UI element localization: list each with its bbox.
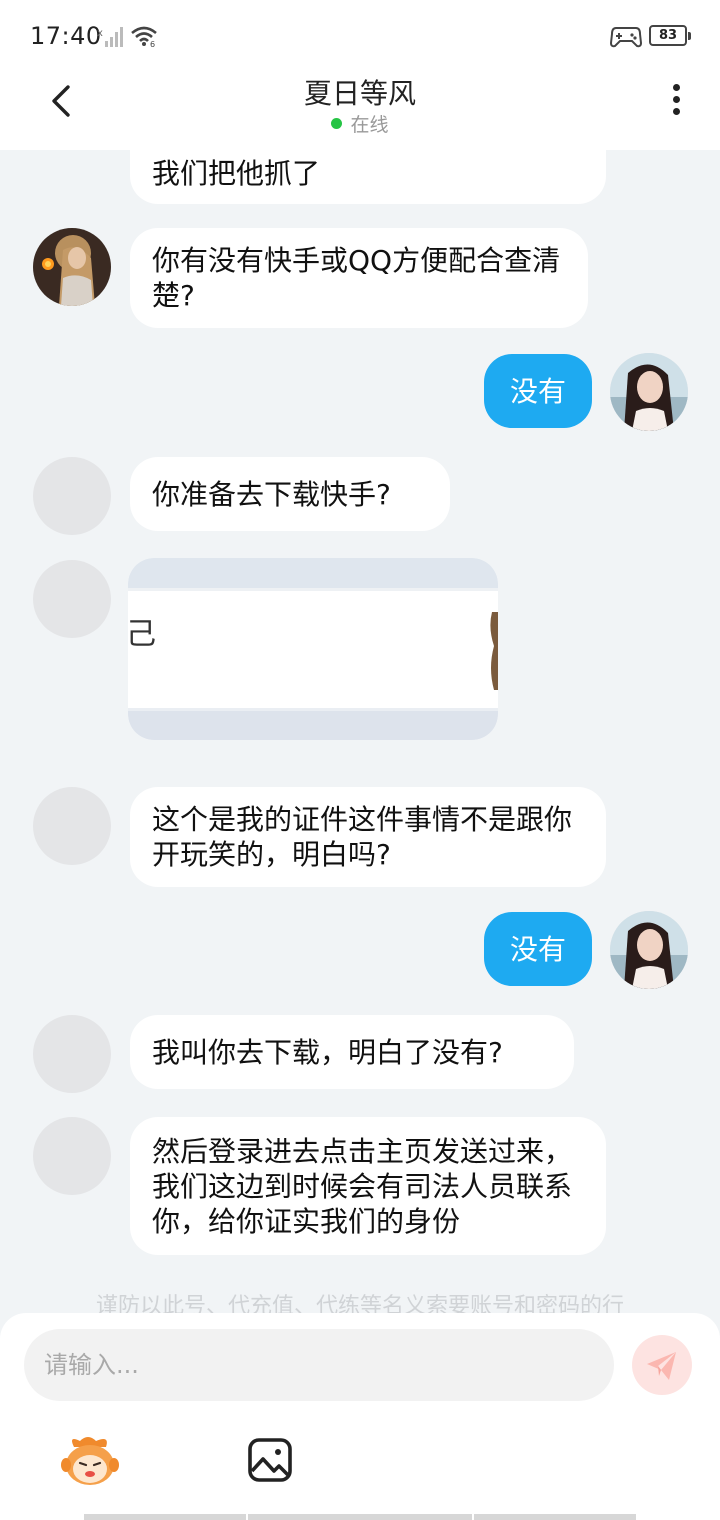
contact-avatar[interactable] — [33, 560, 111, 638]
more-vertical-icon[interactable] — [670, 84, 682, 120]
contact-avatar[interactable] — [33, 228, 111, 306]
battery-level: 83 — [658, 28, 678, 43]
message-text: 我们把他抓了 — [152, 157, 321, 190]
svg-text:6: 6 — [150, 40, 155, 47]
contact-name: 夏日等风 — [303, 77, 416, 110]
status-bar: 17:40 x 6 83 — [0, 0, 720, 72]
message-text: 你准备去下载快手? — [152, 477, 391, 511]
message-image[interactable]: 己 — [128, 558, 498, 740]
status-time: 17:40 — [30, 22, 102, 50]
message-bubble-received[interactable]: 然后登录进去点击主页发送过来，我们这边到时候会有司法人员联系你，给你证实我们的身… — [130, 1117, 606, 1255]
contact-avatar[interactable] — [33, 1015, 111, 1093]
chat-header: 夏日等风 在线 — [0, 72, 720, 150]
svg-text:己: 己 — [128, 617, 156, 652]
contact-avatar[interactable] — [33, 787, 111, 865]
image-picker-button[interactable] — [247, 1437, 293, 1483]
message-bubble-received[interactable]: 我们把他抓了 — [130, 150, 606, 204]
bottom-indicator — [474, 1514, 636, 1520]
message-input[interactable] — [24, 1329, 614, 1401]
image-icon — [248, 1438, 292, 1482]
message-bubble-received[interactable]: 你准备去下载快手? — [130, 457, 450, 531]
message-bubble-received[interactable]: 这个是我的证件这件事情不是跟你开玩笑的，明白吗? — [130, 787, 606, 887]
message-text: 我叫你去下载，明白了没有? — [152, 1035, 503, 1069]
my-avatar[interactable] — [610, 911, 688, 989]
message-list[interactable]: 我们把他抓了 你有没有快手或QQ方便配合查清楚? 没有 你准备去下载快手? 己 … — [0, 150, 720, 1313]
online-status-label: 在线 — [350, 114, 389, 136]
contact-avatar[interactable] — [33, 457, 111, 535]
composer-bar — [0, 1313, 720, 1520]
message-text: 然后登录进去点击主页发送过来，我们这边到时候会有司法人员联系你，给你证实我们的身… — [152, 1134, 573, 1238]
message-bubble-received[interactable]: 你有没有快手或QQ方便配合查清楚? — [130, 228, 588, 328]
message-bubble-sent[interactable]: 没有 — [484, 354, 592, 428]
online-status: 在线 — [0, 110, 720, 137]
send-button[interactable] — [632, 1335, 692, 1395]
wifi-icon: 6 — [131, 26, 157, 47]
emoji-button[interactable] — [60, 1433, 120, 1489]
bottom-indicator — [248, 1514, 472, 1520]
battery-indicator: 83 — [649, 25, 691, 46]
message-bubble-received[interactable]: 我叫你去下载，明白了没有? — [130, 1015, 574, 1089]
send-icon — [647, 1352, 676, 1380]
message-text: 你有没有快手或QQ方便配合查清楚? — [152, 244, 561, 312]
message-text: 没有 — [509, 374, 566, 408]
signal-icon: x — [97, 27, 123, 47]
bottom-indicator — [84, 1514, 246, 1520]
online-dot-icon — [331, 118, 343, 129]
emoji-icon — [61, 1437, 119, 1485]
message-text: 没有 — [509, 932, 566, 966]
message-text: 这个是我的证件这件事情不是跟你开玩笑的，明白吗? — [152, 803, 573, 871]
svg-text:x: x — [97, 28, 103, 39]
game-icon — [610, 27, 642, 48]
contact-avatar[interactable] — [33, 1117, 111, 1195]
message-bubble-sent[interactable]: 没有 — [484, 912, 592, 986]
my-avatar[interactable] — [610, 353, 688, 431]
